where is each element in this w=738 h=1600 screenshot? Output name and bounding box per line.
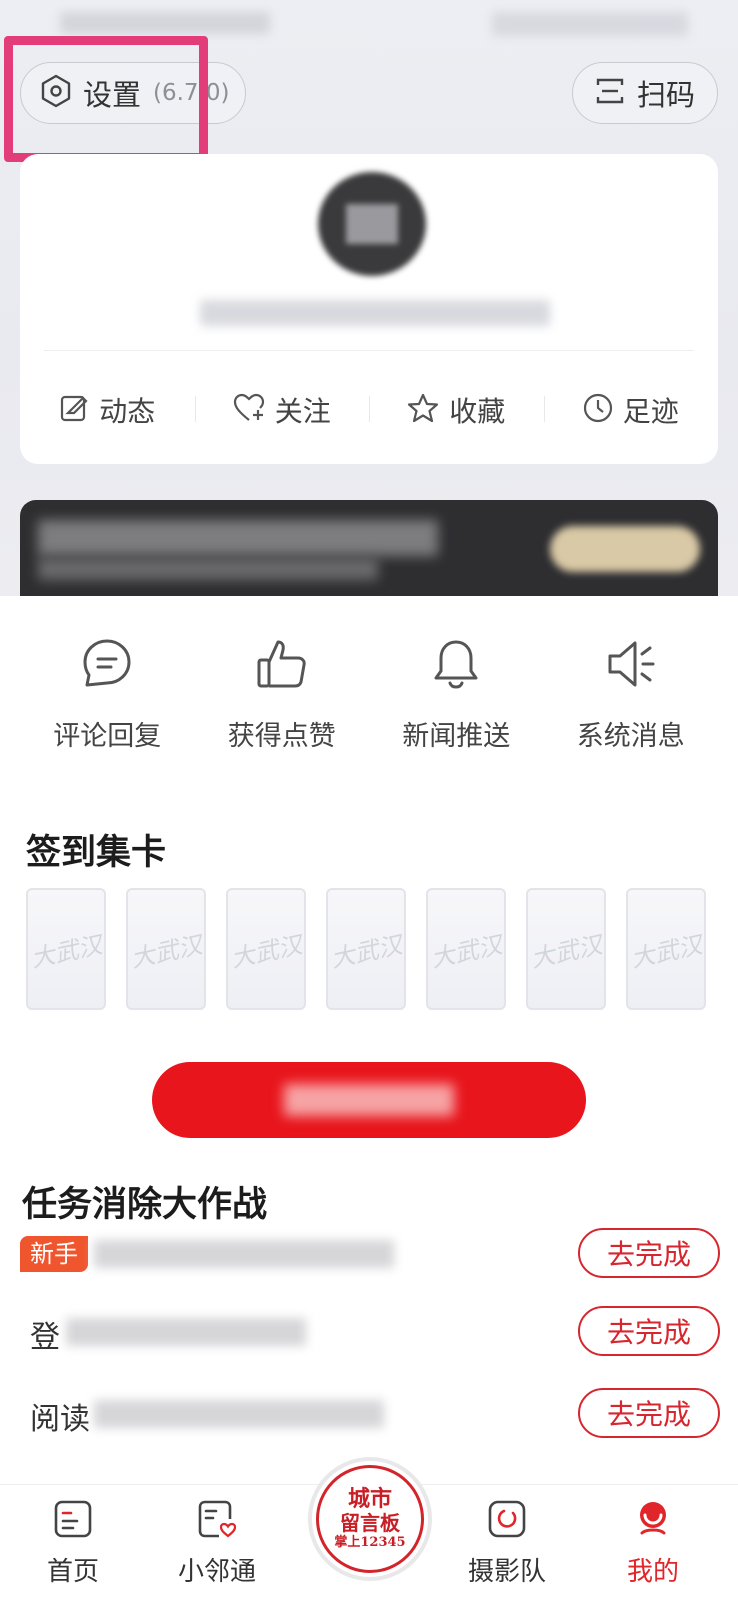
checkin-card[interactable]: 大武汉: [526, 888, 606, 1010]
city-message-board-seal: 城市 留言板 掌上12345: [316, 1465, 424, 1573]
action-favorite[interactable]: 收藏: [369, 382, 544, 438]
chat-bubble-icon: [81, 638, 133, 694]
checkin-card[interactable]: 大武汉: [26, 888, 106, 1010]
task-row: 阅读 去完成: [20, 1388, 720, 1440]
banner-title-blurred: [38, 520, 438, 556]
task-text-blurred: [94, 1240, 394, 1268]
comment-reply-label: 评论回复: [53, 721, 162, 752]
task-row: 新手 去完成: [20, 1228, 720, 1280]
speaker-icon: [605, 638, 657, 694]
tasks-title: 任务消除大作战: [22, 1185, 268, 1225]
news-push-label: 新闻推送: [402, 721, 511, 752]
task-complete-button[interactable]: 去完成: [578, 1228, 720, 1278]
clock-icon: [583, 393, 613, 427]
nav-mine[interactable]: 我的: [598, 1499, 708, 1588]
avatar[interactable]: [318, 172, 426, 276]
highlight-annotation: [4, 36, 208, 162]
news-push-entry[interactable]: 新闻推送: [369, 638, 544, 758]
checkin-card[interactable]: 大武汉: [326, 888, 406, 1010]
profile-card: 动态 关注 收藏 足迹: [20, 154, 718, 464]
thumbs-up-icon: [256, 638, 308, 694]
username-blurred: [200, 300, 550, 326]
camera-icon: [487, 1499, 527, 1543]
action-dynamic[interactable]: 动态: [20, 382, 195, 438]
nav-photo-team-label: 摄影队: [467, 1557, 546, 1587]
checkin-cards: 大武汉 大武汉 大武汉 大武汉 大武汉 大武汉 大武汉: [26, 888, 716, 1012]
scan-button[interactable]: 扫码: [572, 62, 718, 124]
newbie-badge: 新手: [20, 1236, 88, 1272]
nav-photo-team[interactable]: 摄影队: [452, 1499, 562, 1588]
task-text-blurred: [94, 1400, 384, 1428]
action-dynamic-label: 动态: [99, 395, 156, 428]
city-message-board-button[interactable]: 城市 留言板 掌上12345: [308, 1457, 432, 1581]
task-row: 登 去完成: [20, 1306, 720, 1358]
checkin-card[interactable]: 大武汉: [626, 888, 706, 1010]
home-doc-icon: [53, 1499, 93, 1543]
bottom-navigation: 首页 小邻通 城市 留言板 掌上12345 摄影队 我的: [0, 1457, 738, 1600]
checkin-card[interactable]: 大武汉: [126, 888, 206, 1010]
banner-subtitle-blurred: [38, 558, 378, 580]
checkin-card[interactable]: 大武汉: [426, 888, 506, 1010]
checkin-button-label-blurred: [284, 1084, 454, 1116]
profile-icon-active: [633, 1499, 673, 1543]
nav-neighbor-label: 小邻通: [177, 1557, 256, 1587]
nav-home[interactable]: 首页: [18, 1499, 128, 1588]
action-history[interactable]: 足迹: [543, 382, 719, 438]
system-message-entry[interactable]: 系统消息: [544, 638, 719, 758]
bell-icon: [430, 638, 482, 694]
heart-plus-icon: [233, 393, 265, 427]
system-message-label: 系统消息: [576, 721, 685, 752]
likes-label: 获得点赞: [227, 721, 336, 752]
action-history-label: 足迹: [622, 395, 679, 428]
task-text-blurred: [66, 1318, 306, 1346]
action-follow[interactable]: 关注: [194, 382, 370, 438]
promo-banner[interactable]: [20, 500, 718, 596]
status-bar-left-blurred: [60, 12, 270, 34]
task-complete-button[interactable]: 去完成: [578, 1306, 720, 1356]
nav-home-label: 首页: [46, 1557, 99, 1587]
scan-label: 扫码: [636, 78, 695, 112]
checkin-title: 签到集卡: [26, 833, 167, 873]
nav-mine-label: 我的: [626, 1557, 679, 1587]
message-shortcuts: 评论回复 获得点赞 新闻推送 系统消息: [20, 638, 718, 758]
doc-heart-icon: [197, 1499, 237, 1543]
likes-entry[interactable]: 获得点赞: [195, 638, 370, 758]
action-follow-label: 关注: [274, 395, 331, 428]
star-icon: [407, 393, 439, 427]
comment-reply-entry[interactable]: 评论回复: [20, 638, 195, 758]
task-text: 阅读: [30, 1402, 90, 1437]
checkin-card[interactable]: 大武汉: [226, 888, 306, 1010]
status-bar-right-blurred: [492, 12, 688, 36]
task-complete-button[interactable]: 去完成: [578, 1388, 720, 1438]
action-favorite-label: 收藏: [449, 395, 506, 428]
edit-note-icon: [59, 393, 89, 427]
card-divider: [44, 350, 694, 351]
task-text: 登: [30, 1320, 60, 1355]
banner-button-blurred[interactable]: [550, 526, 700, 572]
checkin-button[interactable]: [152, 1062, 586, 1138]
scan-icon: [595, 76, 625, 110]
nav-neighbor[interactable]: 小邻通: [162, 1499, 272, 1588]
profile-actions: 动态 关注 收藏 足迹: [20, 382, 718, 438]
